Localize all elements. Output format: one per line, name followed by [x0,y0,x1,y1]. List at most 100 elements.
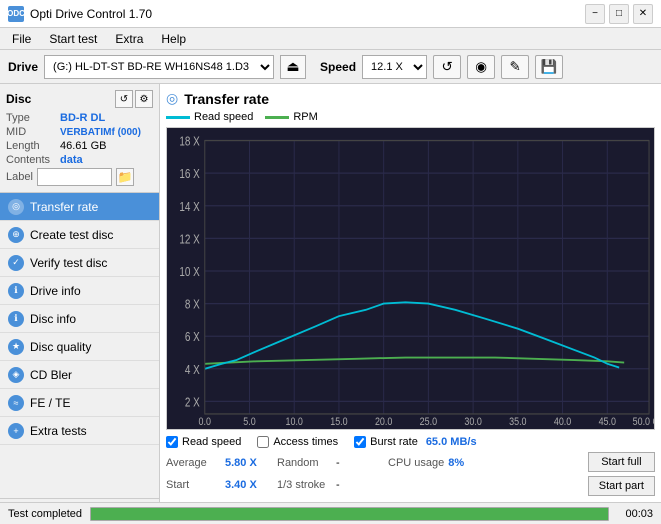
nav-create-disc-label: Create test disc [30,228,113,242]
access-times-checkbox[interactable] [257,436,269,448]
average-value: 5.80 X [225,457,265,469]
start-row: Start 3.40 X 1/3 stroke - [166,474,580,496]
start-part-button[interactable]: Start part [588,476,655,496]
title-bar: ODC Opti Drive Control 1.70 − □ ✕ [0,0,661,28]
menu-extra[interactable]: Extra [107,30,151,48]
length-value: 46.61 GB [60,140,106,152]
save-button[interactable]: 💾 [535,55,563,79]
nav-extra-tests[interactable]: + Extra tests [0,417,159,445]
menu-help[interactable]: Help [153,30,194,48]
minimize-button[interactable]: − [585,4,605,24]
nav-fe-te[interactable]: ≈ FE / TE [0,389,159,417]
maximize-button[interactable]: □ [609,4,629,24]
chart-svg: 18 X 16 X 14 X 12 X 10 X 8 X 6 X 4 X 2 X… [167,128,654,429]
nav-disc-info[interactable]: ℹ Disc info [0,305,159,333]
nav-fe-te-label: FE / TE [30,396,70,410]
stroke1-label: 1/3 stroke [277,479,332,491]
disc-panel-title: Disc [6,92,31,106]
nav-create-disc-icon: ⊕ [8,227,24,243]
legend-read-speed-label: Read speed [194,111,253,123]
start-label: Start [166,479,221,491]
chart-title-bar: ◎ Transfer rate [166,90,655,107]
edit-button[interactable]: ✎ [501,55,529,79]
stroke1-value: - [336,479,376,491]
svg-text:8 X: 8 X [185,299,200,312]
speed-select[interactable]: 12.1 X [362,55,427,79]
menu-file[interactable]: File [4,30,39,48]
nav-disc-quality[interactable]: ★ Disc quality [0,333,159,361]
chart-icon: ◎ [166,90,178,107]
chart-title: Transfer rate [184,91,269,107]
speed-label: Speed [320,60,356,74]
svg-text:0.0: 0.0 [199,416,212,428]
burst-rate-checkbox-label: Burst rate [370,436,418,448]
disc-panel: Disc ↺ ⚙ Type BD-R DL MID VERBATIMf (000… [0,84,159,193]
nav-extra-tests-icon: + [8,423,24,439]
stats-checkboxes: Read speed Access times Burst rate 65.0 … [166,436,655,448]
eject-button[interactable]: ⏏ [280,55,306,79]
svg-text:5.0: 5.0 [243,416,256,428]
app-title: Opti Drive Control 1.70 [30,7,152,21]
nav-disc-info-label: Disc info [30,312,76,326]
nav-cd-bler-icon: ◈ [8,367,24,383]
nav-verify-test-disc[interactable]: ✓ Verify test disc [0,249,159,277]
svg-text:35.0: 35.0 [509,416,527,428]
svg-text:25.0: 25.0 [420,416,438,428]
disc-refresh-button[interactable]: ↺ [115,90,133,108]
nav-disc-quality-label: Disc quality [30,340,91,354]
menu-start-test[interactable]: Start test [41,30,105,48]
nav-verify-disc-label: Verify test disc [30,256,107,270]
media-button[interactable]: ◉ [467,55,495,79]
nav-extra-tests-label: Extra tests [30,424,87,438]
disc-settings-button[interactable]: ⚙ [135,90,153,108]
mid-label: MID [6,126,56,138]
svg-text:18 X: 18 X [179,136,200,149]
random-label: Random [277,457,332,469]
svg-text:10 X: 10 X [179,266,200,279]
drive-select[interactable]: (G:) HL-DT-ST BD-RE WH16NS48 1.D3 [44,55,274,79]
nav-create-test-disc[interactable]: ⊕ Create test disc [0,221,159,249]
nav-items: ◎ Transfer rate ⊕ Create test disc ✓ Ver… [0,193,159,498]
nav-verify-disc-icon: ✓ [8,255,24,271]
drive-label: Drive [8,60,38,74]
svg-text:45.0: 45.0 [599,416,617,428]
svg-text:30.0: 30.0 [464,416,482,428]
close-button[interactable]: ✕ [633,4,653,24]
cpu-value: 8% [448,457,464,469]
legend-rpm-color [265,116,289,119]
chart-legend: Read speed RPM [166,111,655,123]
refresh-button[interactable]: ↺ [433,55,461,79]
svg-text:14 X: 14 X [179,201,200,214]
contents-value: data [60,154,83,166]
chart-container: 18 X 16 X 14 X 12 X 10 X 8 X 6 X 4 X 2 X… [166,127,655,430]
cpu-label: CPU usage [388,457,444,469]
start-value: 3.40 X [225,479,265,491]
read-speed-checkbox[interactable] [166,436,178,448]
nav-drive-info[interactable]: ℹ Drive info [0,277,159,305]
svg-text:16 X: 16 X [179,168,200,181]
nav-cd-bler[interactable]: ◈ CD Bler [0,361,159,389]
label-input[interactable] [37,168,112,186]
nav-disc-info-icon: ℹ [8,311,24,327]
nav-transfer-rate-label: Transfer rate [30,200,98,214]
label-label: Label [6,171,33,183]
nav-drive-info-label: Drive info [30,284,81,298]
mid-value: VERBATIMf (000) [60,127,141,138]
burst-rate-checkbox[interactable] [354,436,366,448]
progress-bar-fill [91,508,608,520]
nav-transfer-rate[interactable]: ◎ Transfer rate [0,193,159,221]
start-full-button[interactable]: Start full [588,452,655,472]
average-row: Average 5.80 X Random - CPU usage 8% [166,452,580,474]
read-speed-checkbox-label: Read speed [182,436,241,448]
svg-text:40.0: 40.0 [554,416,572,428]
chart-area: ◎ Transfer rate Read speed RPM [160,84,661,524]
svg-text:6 X: 6 X [185,331,200,344]
legend-read-speed-color [166,116,190,119]
type-value: BD-R DL [60,112,105,124]
progress-bar-container [90,507,609,521]
svg-text:2 X: 2 X [185,396,200,409]
sidebar: Disc ↺ ⚙ Type BD-R DL MID VERBATIMf (000… [0,84,160,524]
nav-cd-bler-label: CD Bler [30,368,72,382]
drive-bar: Drive (G:) HL-DT-ST BD-RE WH16NS48 1.D3 … [0,50,661,84]
label-folder-button[interactable]: 📁 [116,168,134,186]
